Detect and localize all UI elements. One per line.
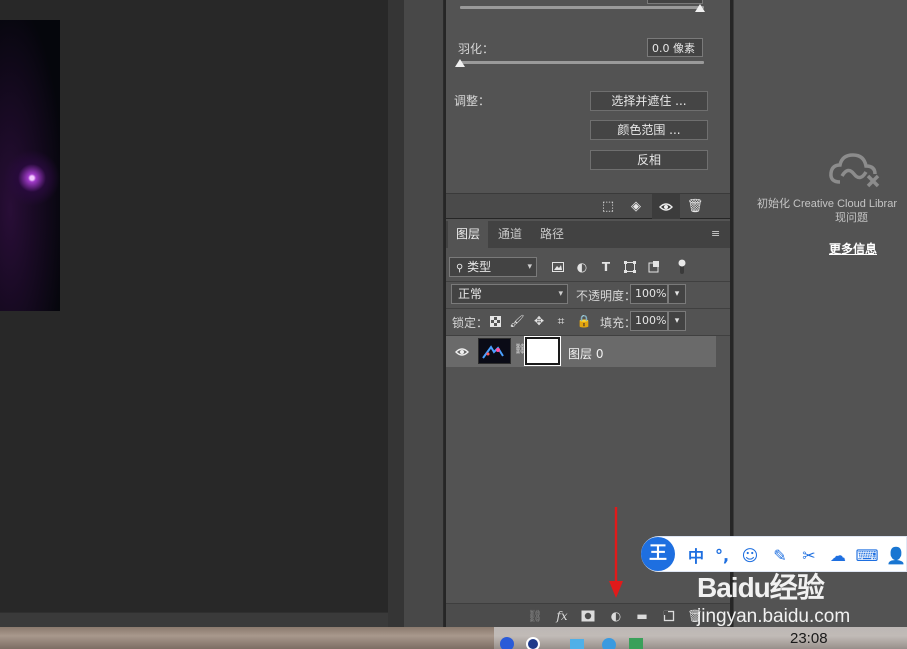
cloud-error-icon <box>828 152 880 191</box>
fill-input[interactable]: 100% <box>630 311 668 331</box>
color-range-button[interactable]: 颜色范围 ... <box>590 120 708 140</box>
taskbar-clock[interactable]: 23:08 <box>790 630 828 647</box>
divider <box>446 281 730 282</box>
canvas-image[interactable] <box>0 20 60 311</box>
lock-transparent-icon[interactable] <box>487 313 503 329</box>
invert-button[interactable]: 反相 <box>590 150 708 170</box>
new-layer-icon[interactable] <box>660 607 678 625</box>
watermark-brand: Baidu经验 <box>697 572 825 603</box>
layer-filter-dropdown[interactable]: ⚲ 类型 ▾ <box>449 257 537 277</box>
user-icon[interactable]: 👤 <box>886 545 906 565</box>
layers-tab-bar: 图层 通道 路径 ≡ <box>446 221 730 248</box>
type-filter-icon[interactable]: T <box>598 259 614 275</box>
ime-mode-chinese[interactable]: 中 <box>686 545 706 566</box>
tab-layers[interactable]: 图层 <box>448 221 488 248</box>
library-error-message: 初始化 Creative Cloud Librar <box>757 198 897 210</box>
lock-label: 锁定： <box>452 316 489 330</box>
tray-app-icon[interactable] <box>500 637 514 649</box>
tray-monitor-icon[interactable] <box>570 639 584 649</box>
search-icon: ⚲ <box>456 263 464 274</box>
select-and-mask-button[interactable]: 选择并遮住 ... <box>590 91 708 111</box>
library-error-message-cont: 现问题 <box>835 211 868 224</box>
adjustment-filter-icon[interactable]: ◐ <box>574 259 590 275</box>
keyboard-icon[interactable]: ⌨ <box>855 545 878 565</box>
panel-dock-strip <box>404 0 444 627</box>
apply-mask-icon[interactable]: ◈ <box>622 194 650 219</box>
feather-slider-thumb[interactable] <box>455 59 465 67</box>
layer-thumbnail <box>478 338 511 364</box>
filter-toggle-switch[interactable] <box>678 258 686 275</box>
system-tray: 23:08 <box>494 627 907 649</box>
pixel-filter-icon[interactable] <box>550 259 566 275</box>
adjust-label: 调整： <box>454 94 491 108</box>
emoji-icon[interactable]: ☺ <box>740 545 760 565</box>
tray-shield-icon[interactable] <box>629 638 643 649</box>
density-slider-thumb[interactable] <box>695 4 705 12</box>
chevron-down-icon: ▾ <box>558 289 563 299</box>
properties-panel: 羽化： 0.0 像素 调整： 选择并遮住 ... 颜色范围 ... 反相 <box>446 0 730 218</box>
baidu-watermark: Baidu经验 jingyan.baidu.com <box>695 566 907 628</box>
tray-network-icon[interactable] <box>526 637 540 649</box>
blend-mode-dropdown[interactable]: 正常 ▾ <box>451 284 568 304</box>
feather-label: 羽化： <box>458 42 495 56</box>
delete-mask-icon[interactable]: 🗑 <box>681 194 709 219</box>
visibility-toggle-icon[interactable] <box>652 194 680 219</box>
canvas-vertical-scrollbar[interactable] <box>388 0 404 627</box>
add-mask-icon[interactable] <box>579 607 597 625</box>
scissors-icon[interactable]: ✂ <box>799 545 819 565</box>
density-slider[interactable] <box>460 6 704 9</box>
libraries-panel: 初始化 Creative Cloud Librar 现问题 更多信息 <box>733 0 907 627</box>
mask-link-icon[interactable]: ⛓ <box>514 344 527 358</box>
ime-logo-icon[interactable]: 王 <box>641 537 675 571</box>
adjustment-layer-icon[interactable]: ◐ <box>607 607 625 625</box>
properties-footer: ⬚ ◈ 🗑 <box>446 193 730 219</box>
opacity-chevron-icon[interactable]: ▾ <box>668 284 686 304</box>
canvas-horizontal-scrollbar[interactable] <box>0 612 388 627</box>
punctuation-icon[interactable]: °, <box>712 545 732 565</box>
opacity-input[interactable]: 100% <box>630 284 668 304</box>
layer-filter-value: 类型 <box>467 260 492 274</box>
opacity-label: 不透明度： <box>576 289 637 303</box>
load-selection-icon[interactable]: ⬚ <box>594 194 622 219</box>
cloud-icon[interactable]: ☁ <box>828 545 848 565</box>
tray-browser-icon[interactable] <box>602 638 616 649</box>
blend-mode-value: 正常 <box>458 287 483 301</box>
link-layers-icon[interactable]: ⛓ <box>526 607 544 625</box>
layer-mask-thumbnail[interactable] <box>524 336 561 366</box>
new-group-folder-icon[interactable]: ▬ <box>633 607 651 625</box>
layer-name[interactable]: 图层 0 <box>568 345 603 362</box>
more-info-link[interactable]: 更多信息 <box>829 240 877 257</box>
layers-footer: ⛓ fx ◐ ▬ 🗑 <box>446 603 730 627</box>
red-arrow-annotation <box>608 507 624 599</box>
chevron-down-icon: ▾ <box>527 262 532 272</box>
tab-channels[interactable]: 通道 <box>490 221 530 248</box>
fill-chevron-icon[interactable]: ▾ <box>668 311 686 331</box>
watermark-url: jingyan.baidu.com <box>697 606 851 627</box>
divider <box>446 308 730 309</box>
fx-icon[interactable]: fx <box>553 607 571 625</box>
lock-pixels-brush-icon[interactable]: 🖌 <box>509 313 525 329</box>
handwriting-pen-icon[interactable]: ✎ <box>770 545 790 565</box>
lock-all-icon[interactable]: 🔒 <box>576 313 592 329</box>
feather-slider[interactable] <box>460 61 704 64</box>
lock-position-icon[interactable]: ✥ <box>531 313 547 329</box>
shape-filter-icon[interactable] <box>622 259 638 275</box>
panel-menu-icon[interactable]: ≡ <box>711 228 723 240</box>
lock-artboard-icon[interactable]: ⌗ <box>553 313 569 329</box>
layer-row[interactable]: ⛓ 图层 0 <box>446 336 716 367</box>
layer-visibility-eye-icon[interactable] <box>455 346 469 360</box>
feather-field[interactable]: 0.0 像素 <box>647 38 703 57</box>
tab-paths[interactable]: 路径 <box>532 221 572 248</box>
smart-object-filter-icon[interactable] <box>646 259 662 275</box>
